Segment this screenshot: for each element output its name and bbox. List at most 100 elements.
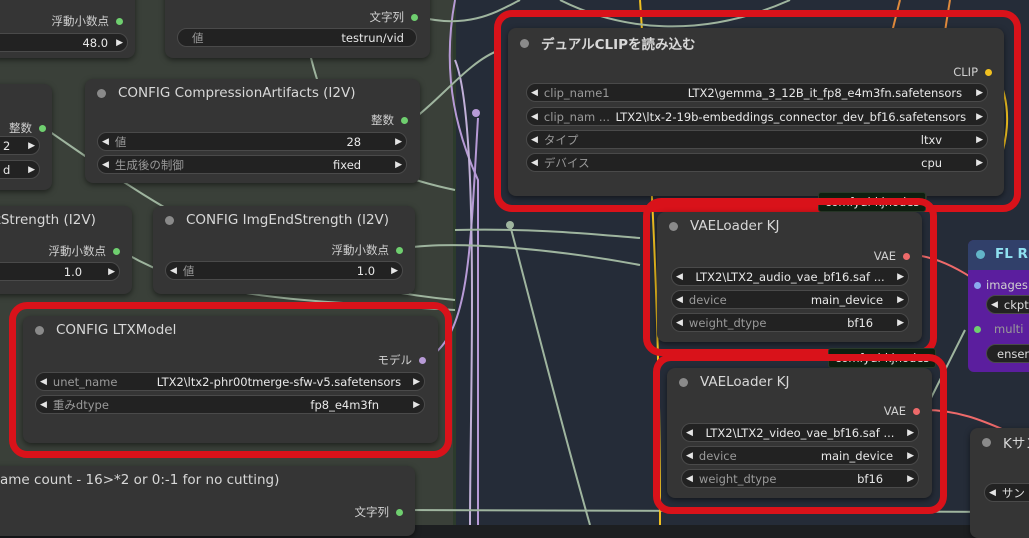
arrow-left-icon[interactable]: ◀ [672,272,687,282]
arrow-right-icon[interactable]: ▶ [903,451,918,461]
node-compression-artifacts[interactable]: CONFIG CompressionArtifacts (I2V) 整数 ◀ 値… [85,79,420,183]
ensemble-widget[interactable]: enser [986,344,1029,363]
arrow-right-icon[interactable]: ▶ [409,377,424,387]
node-header[interactable]: Kサン [970,428,1029,456]
collapse-dot-icon[interactable] [165,215,174,225]
arrow-left-icon[interactable]: ◀ [682,474,697,484]
arrow-right-icon[interactable]: ▶ [893,318,908,328]
clip-name1-widget[interactable]: ◀ clip_name1 LTX2\gemma_3_12B_it_fp8_e4m… [526,83,988,102]
output-model[interactable]: モデル [378,352,426,368]
output-port[interactable] [411,13,418,21]
arrow-right-icon[interactable]: ▶ [972,112,987,122]
arrow-left-icon[interactable]: ◀ [527,112,542,122]
node-header[interactable]: CONFIG CompressionArtifacts (I2V) [85,79,420,107]
arrow-left-icon[interactable]: ◀ [36,377,51,387]
collapse-dot-icon[interactable] [669,221,678,231]
device-widget[interactable]: ◀ デバイス cpu ▶ [526,153,988,172]
output-port[interactable] [39,124,46,132]
stub-widget-2[interactable]: d ▶ [0,160,40,179]
collapse-dot-icon[interactable] [982,437,991,447]
float-value-widget[interactable]: 48.0 ▶ [0,33,128,52]
output-port[interactable] [401,116,408,124]
arrow-right-icon[interactable]: ▶ [903,474,918,484]
collapse-dot-icon[interactable] [520,38,529,48]
weight-dtype-widget[interactable]: ◀ 重みdtype fp8_e4m3fn ▶ [35,395,425,414]
node-img-start-strength[interactable]: rtStrength (I2V) 浮動小数点 1.0 ▶ [0,206,132,294]
arrow-right-icon[interactable]: ▶ [387,266,402,276]
arrow-right-icon[interactable]: ▶ [903,428,918,438]
node-frame-count[interactable]: ame count - 16>*2 or 0:-1 for no cutting… [0,466,415,536]
arrow-right-icon[interactable]: ▶ [409,400,424,410]
arrow-right-icon[interactable]: ▶ [112,38,127,48]
weight-dtype-widget[interactable]: ◀ weight_dtype bf16 ▶ [671,313,909,332]
arrow-right-icon[interactable]: ▶ [24,165,39,175]
output-float[interactable]: 浮動小数点 [52,13,123,29]
input-port[interactable] [974,281,981,289]
value-widget[interactable]: ◀ 値 1.0 ▶ [165,261,403,280]
arrow-right-icon[interactable]: ▶ [893,295,908,305]
output-float[interactable]: 浮動小数点 [49,243,120,259]
output-int[interactable]: 整数 [9,120,46,136]
input-port[interactable] [974,325,981,333]
node-float-top[interactable]: 浮動小数点 48.0 ▶ [0,0,135,58]
collapse-dot-icon[interactable] [35,325,44,335]
node-header[interactable]: VAELoader KJ [657,212,922,240]
sampler-widget[interactable]: ◀ サン [984,483,1029,502]
output-int[interactable]: 整数 [371,112,408,128]
output-float[interactable]: 浮動小数点 [332,242,403,258]
output-string[interactable]: 文字列 [370,9,418,25]
node-dual-clip-loader[interactable]: デュアルCLIPを読み込む CLIP ◀ clip_name1 LTX2\gem… [508,28,1004,196]
arrow-left-icon[interactable]: ◀ [527,88,542,98]
arrow-left-icon[interactable]: ◀ [682,451,697,461]
arrow-left-icon[interactable]: ◀ [98,160,113,170]
arrow-right-icon[interactable]: ▶ [104,267,119,277]
output-string[interactable]: 文字列 [355,504,403,520]
arrow-right-icon[interactable]: ▶ [972,158,987,168]
device-widget[interactable]: ◀ device main_device ▶ [671,290,909,309]
control-after-generate-widget[interactable]: ◀ 生成後の制御 fixed ▶ [97,155,407,174]
arrow-right-icon[interactable]: ▶ [893,272,908,282]
output-port[interactable] [985,68,992,76]
value-widget[interactable]: 1.0 ▶ [0,262,120,281]
node-header[interactable]: CONFIG ImgEndStrength (I2V) [153,206,415,234]
stub-widget-1[interactable]: 2 ▶ [0,136,40,155]
node-header[interactable]: ame count - 16>*2 or 0:-1 for no cutting… [0,466,415,494]
arrow-right-icon[interactable]: ▶ [391,137,406,147]
arrow-left-icon[interactable]: ◀ [527,158,542,168]
node-string-top[interactable]: 文字列 値 testrun/vid [165,0,430,58]
node-graph-canvas[interactable]: 浮動小数点 48.0 ▶ 文字列 値 testrun/vid 整数 2 ▶ d … [0,0,1029,538]
output-port[interactable] [396,508,403,516]
arrow-left-icon[interactable]: ◀ [527,135,542,145]
output-port[interactable] [113,247,120,255]
arrow-right-icon[interactable]: ▶ [972,135,987,145]
weight-dtype-widget[interactable]: ◀ weight_dtype bf16 ▶ [681,469,919,488]
arrow-left-icon[interactable]: ◀ [682,428,697,438]
output-clip[interactable]: CLIP [953,65,992,79]
output-port[interactable] [419,356,426,364]
node-header[interactable]: VAELoader KJ [667,368,932,396]
input-multi[interactable]: multi [974,322,1023,336]
node-header[interactable]: CONFIG LTXModel [23,316,438,344]
output-vae[interactable]: VAE [884,404,920,418]
output-port[interactable] [116,17,123,25]
collapse-dot-icon[interactable] [97,88,106,98]
output-vae[interactable]: VAE [874,249,910,263]
output-port[interactable] [396,246,403,254]
unet-name-widget[interactable]: ◀ unet_name LTX2\ltx2-phr00tmerge-sfw-v5… [35,372,425,391]
arrow-left-icon[interactable]: ◀ [98,137,113,147]
value-widget[interactable]: ◀ 値 28 ▶ [97,132,407,151]
input-images[interactable]: images [974,278,1028,292]
arrow-right-icon[interactable]: ▶ [972,88,987,98]
arrow-left-icon[interactable]: ◀ [985,488,1000,498]
arrow-left-icon[interactable]: ◀ [672,295,687,305]
device-widget[interactable]: ◀ device main_device ▶ [681,446,919,465]
node-header[interactable]: rtStrength (I2V) [0,206,132,234]
node-k-sampler[interactable]: Kサン ◀ サン [970,428,1029,538]
collapse-dot-icon[interactable] [976,249,985,259]
node-vae-loader-audio[interactable]: VAELoader KJ VAE ◀ LTX2\LTX2_audio_vae_b… [657,212,922,342]
node-vae-loader-video[interactable]: VAELoader KJ VAE ◀ LTX2\LTX2_video_vae_b… [667,368,932,498]
vae-name-widget[interactable]: ◀ LTX2\LTX2_audio_vae_bf16.saf ... ▶ [671,267,909,286]
collapse-dot-icon[interactable] [679,377,688,387]
node-img-end-strength[interactable]: CONFIG ImgEndStrength (I2V) 浮動小数点 ◀ 値 1.… [153,206,415,294]
ckpt-widget[interactable]: ◀ ckpt [986,295,1029,314]
